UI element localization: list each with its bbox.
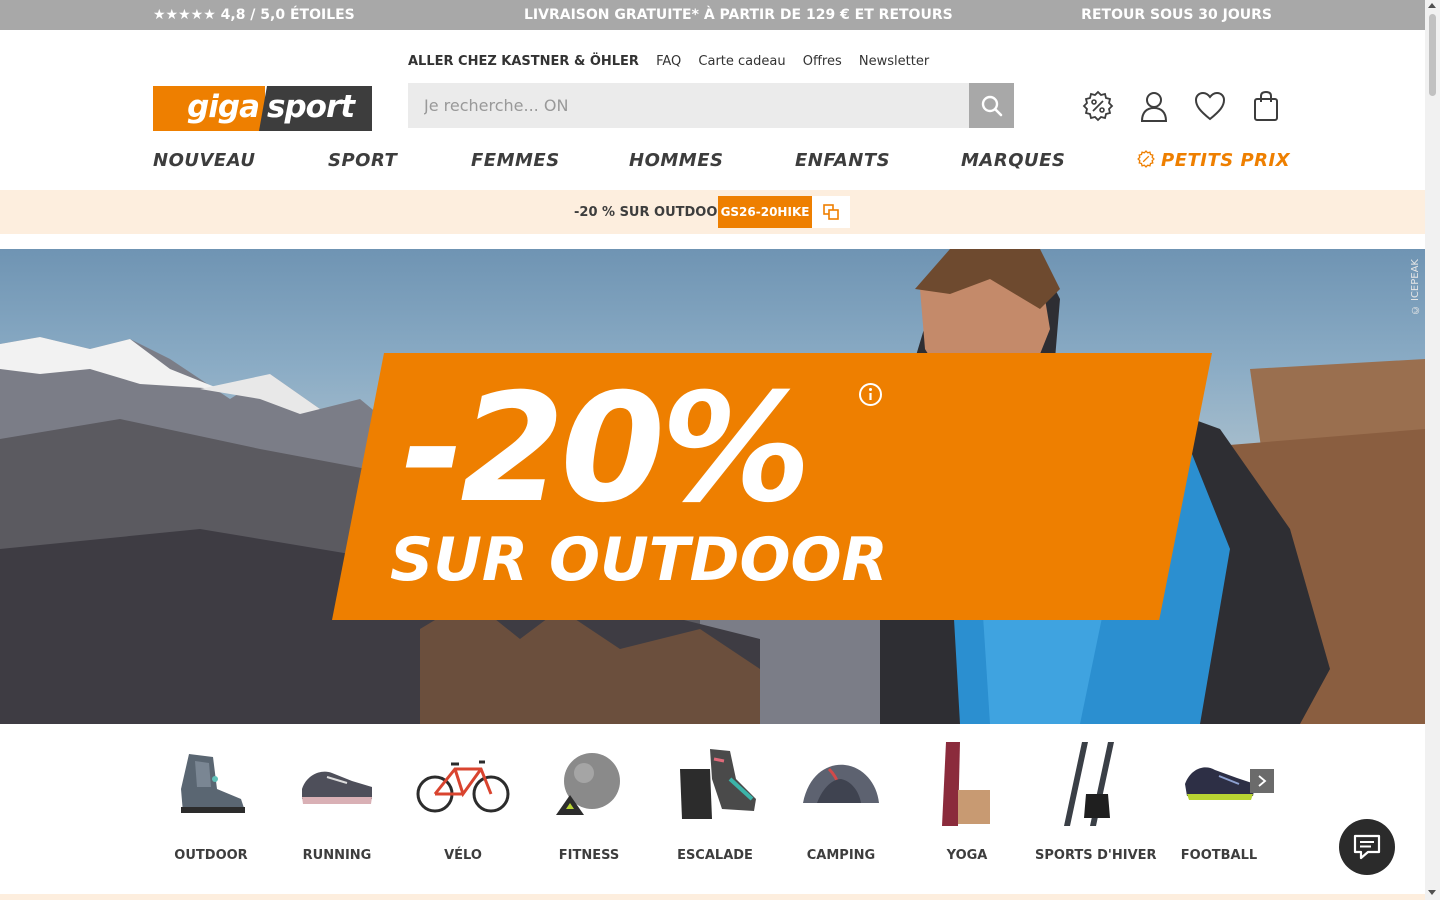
tent-icon — [803, 764, 879, 804]
service-links: ALLER CHEZ KASTNER & ÖHLER FAQ Carte cad… — [408, 54, 942, 69]
nav-item-men[interactable]: HOMMES — [629, 150, 723, 171]
page-scrollbar[interactable] — [1425, 0, 1440, 900]
search-bar — [408, 83, 1014, 128]
category-yoga[interactable]: YOGA — [909, 736, 1025, 863]
gigasport-logo[interactable]: giga sport — [153, 86, 378, 131]
category-label: CAMPING — [806, 848, 876, 863]
nav-sale-label: PETITS PRIX — [1161, 150, 1291, 171]
hiking-boot-icon — [181, 754, 245, 813]
category-bike[interactable]: VÉLO — [405, 736, 521, 863]
nav-item-women[interactable]: FEMMES — [471, 150, 560, 171]
logo-part-giga: giga — [153, 86, 265, 131]
rating-text[interactable]: ★★★★★ 4,8 / 5,0 ÉTOILES — [153, 7, 355, 23]
header-icons — [1080, 88, 1284, 124]
heart-icon — [1194, 91, 1226, 121]
offers-link[interactable]: Offres — [803, 54, 842, 69]
copy-icon — [823, 204, 839, 220]
returns-text[interactable]: RETOUR SOUS 30 JOURS — [1081, 7, 1272, 23]
category-label: ESCALADE — [677, 848, 753, 863]
kastner-link[interactable]: ALLER CHEZ KASTNER & ÖHLER — [408, 54, 639, 69]
nav-item-sale[interactable]: PETITS PRIX — [1137, 150, 1290, 171]
yoga-mat-icon — [942, 742, 990, 826]
hero-discount: -20% — [402, 362, 811, 536]
bicycle-icon — [416, 760, 510, 813]
nav-item-sport[interactable]: SPORT — [328, 150, 397, 171]
category-label: OUTDOOR — [174, 848, 248, 863]
wishlist-button[interactable] — [1192, 88, 1228, 124]
scroll-down-arrow-icon[interactable] — [1428, 890, 1436, 895]
account-button[interactable] — [1136, 88, 1172, 124]
percent-badge-icon — [1137, 150, 1155, 168]
top-info-bar: ★★★★★ 4,8 / 5,0 ÉTOILES LIVRAISON GRATUI… — [0, 0, 1425, 30]
promo-strip: -20 % SUR OUTDOOR* GS26-20HIKE — [0, 190, 1425, 234]
gift-card-link[interactable]: Carte cadeau — [698, 54, 785, 69]
climbing-shoe-icon — [680, 749, 756, 819]
scrollbar-thumb[interactable] — [1429, 14, 1436, 96]
category-winter-sports[interactable]: SPORTS D'HIVER — [1035, 736, 1157, 863]
image-copyright: © ICEPEAK — [1410, 259, 1421, 316]
fitness-ball-icon — [556, 753, 620, 815]
hero-banner[interactable]: -20% SUR OUTDOOR © ICEPEAK — [0, 249, 1425, 724]
skis-icon — [1064, 742, 1114, 826]
percent-badge-icon — [1082, 90, 1114, 122]
deals-button[interactable] — [1080, 88, 1116, 124]
chat-button[interactable] — [1339, 819, 1395, 875]
hero-subline: SUR OUTDOOR — [390, 525, 888, 595]
user-icon — [1140, 92, 1168, 122]
main-navigation: NOUVEAU SPORT FEMMES HOMMES ENFANTS MARQ… — [153, 150, 1290, 174]
nav-item-brands[interactable]: MARQUES — [961, 150, 1065, 171]
search-button[interactable] — [969, 83, 1014, 128]
promo-text: -20 % SUR OUTDOOR* — [574, 205, 735, 220]
search-icon — [981, 95, 1002, 116]
chat-icon — [1353, 834, 1381, 860]
category-label: FITNESS — [558, 848, 620, 863]
info-icon[interactable] — [858, 382, 883, 407]
category-running[interactable]: RUNNING — [279, 736, 395, 863]
category-label: FOOTBALL — [1180, 848, 1258, 863]
chevron-right-icon — [1258, 775, 1267, 787]
category-fitness[interactable]: FITNESS — [531, 736, 647, 863]
category-football[interactable]: FOOTBALL — [1161, 736, 1277, 863]
bag-icon — [1254, 90, 1278, 121]
running-shoe-icon — [302, 771, 372, 804]
faq-link[interactable]: FAQ — [656, 54, 681, 69]
nav-item-kids[interactable]: ENFANTS — [795, 150, 890, 171]
scroll-up-arrow-icon[interactable] — [1428, 3, 1436, 8]
carousel-next-button[interactable] — [1250, 769, 1274, 793]
cart-button[interactable] — [1248, 88, 1284, 124]
copy-code-button[interactable] — [812, 196, 850, 228]
category-camping[interactable]: CAMPING — [783, 736, 899, 863]
logo-part-sport: sport — [259, 86, 372, 131]
shipping-text[interactable]: LIVRAISON GRATUITE* À PARTIR DE 129 € ET… — [524, 7, 953, 23]
nav-item-new[interactable]: NOUVEAU — [153, 150, 255, 171]
newsletter-link[interactable]: Newsletter — [859, 54, 929, 69]
category-outdoor[interactable]: OUTDOOR — [153, 736, 269, 863]
football-boot-icon — [1185, 767, 1255, 800]
category-label: YOGA — [946, 848, 988, 863]
category-label: SPORTS D'HIVER — [1035, 848, 1157, 863]
category-label: RUNNING — [302, 848, 372, 863]
category-carousel: OUTDOOR RUNNING VÉLO FITNESS ESCALADE CA… — [153, 736, 1274, 876]
bottom-strip — [0, 894, 1425, 900]
promo-code[interactable]: GS26-20HIKE — [718, 196, 812, 228]
search-input[interactable] — [408, 83, 969, 128]
category-climbing[interactable]: ESCALADE — [657, 736, 773, 863]
category-label: VÉLO — [444, 848, 482, 863]
